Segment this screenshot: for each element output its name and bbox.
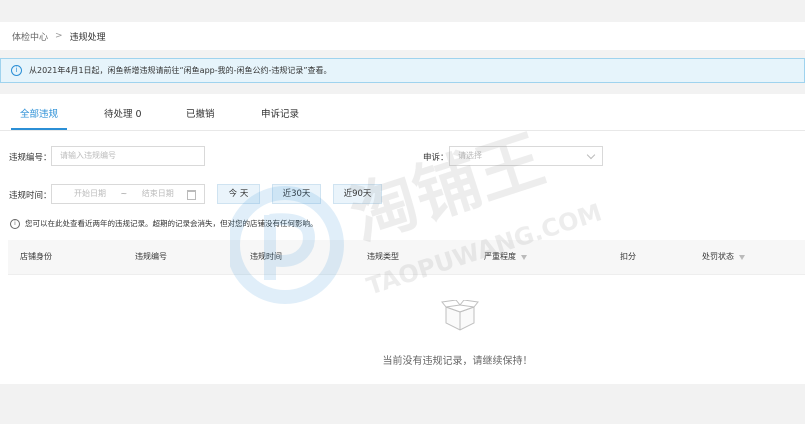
appeal-select-placeholder: 请选择 (458, 151, 482, 160)
filter-icon[interactable] (739, 254, 745, 260)
info-icon: i (10, 218, 20, 229)
info-icon: i (11, 65, 22, 76)
tab-bar: 全部违规 待处理 0 已撤销 申诉记录 (0, 94, 805, 131)
breadcrumb-separator: > (55, 31, 63, 41)
active-tab-indicator (11, 128, 67, 130)
empty-box-icon (441, 300, 479, 331)
end-date-placeholder: 结束日期 (141, 189, 174, 198)
violation-no-input[interactable]: 请输入违规编号 (51, 146, 205, 166)
notice-banner: i 从2021年4月1日起，闲鱼新增违规请前往“闲鱼app-我的-闲鱼公约-违规… (0, 58, 805, 83)
col-violation-type: 违规类型 (367, 252, 399, 261)
appeal-select[interactable]: 请选择 (449, 146, 603, 166)
col-penalty-status[interactable]: 处罚状态 (702, 240, 745, 274)
col-deduction: 扣分 (620, 252, 636, 261)
filter-icon[interactable] (521, 254, 527, 260)
tip-text: i 您可以在此处查看近两年的违规记录。超期的记录会消失，但对您的店铺没有任何影响… (10, 218, 318, 229)
breadcrumb: 体检中心 > 违规处理 (0, 22, 805, 50)
date-range-separator: ~ (120, 189, 128, 198)
main-panel: 全部违规 待处理 0 已撤销 申诉记录 违规编号： 请输入违规编号 申诉： 请选… (0, 94, 805, 384)
tab-revoked[interactable]: 已撤销 (186, 94, 215, 130)
today-button[interactable]: 今 天 (217, 184, 260, 204)
appeal-label: 申诉： (423, 153, 449, 163)
calendar-icon (187, 190, 196, 200)
col-severity-label: 严重程度 (484, 252, 516, 261)
col-penalty-status-label: 处罚状态 (702, 252, 734, 261)
last-30-days-button[interactable]: 近30天 (272, 184, 321, 204)
tab-pending[interactable]: 待处理 0 (104, 94, 142, 130)
col-severity[interactable]: 严重程度 (484, 240, 527, 274)
col-violation-no: 违规编号 (135, 252, 167, 261)
table-header: 店铺身份 违规编号 违规时间 违规类型 严重程度 扣分 处罚状态 (8, 240, 805, 275)
empty-state-message: 当前没有违规记录，请继续保持！ (382, 356, 533, 367)
tab-all-violations[interactable]: 全部违规 (20, 94, 58, 130)
chevron-down-icon (586, 150, 596, 160)
last-90-days-button[interactable]: 近90天 (333, 184, 382, 204)
date-range-picker[interactable]: 开始日期 ~ 结束日期 (51, 184, 205, 204)
time-label: 违规时间： (9, 191, 52, 201)
tab-appeal-records[interactable]: 申诉记录 (261, 94, 299, 130)
breadcrumb-root[interactable]: 体检中心 (12, 30, 48, 43)
violation-no-label: 违规编号： (9, 153, 52, 163)
col-shop-identity: 店铺身份 (20, 252, 52, 261)
col-violation-time: 违规时间 (250, 252, 282, 261)
start-date-placeholder: 开始日期 (74, 189, 106, 198)
notice-text: 从2021年4月1日起，闲鱼新增违规请前往“闲鱼app-我的-闲鱼公约-违规记录… (29, 66, 332, 75)
breadcrumb-current: 违规处理 (69, 32, 106, 43)
tip-message: 您可以在此处查看近两年的违规记录。超期的记录会消失，但对您的店铺没有任何影响。 (25, 219, 318, 228)
